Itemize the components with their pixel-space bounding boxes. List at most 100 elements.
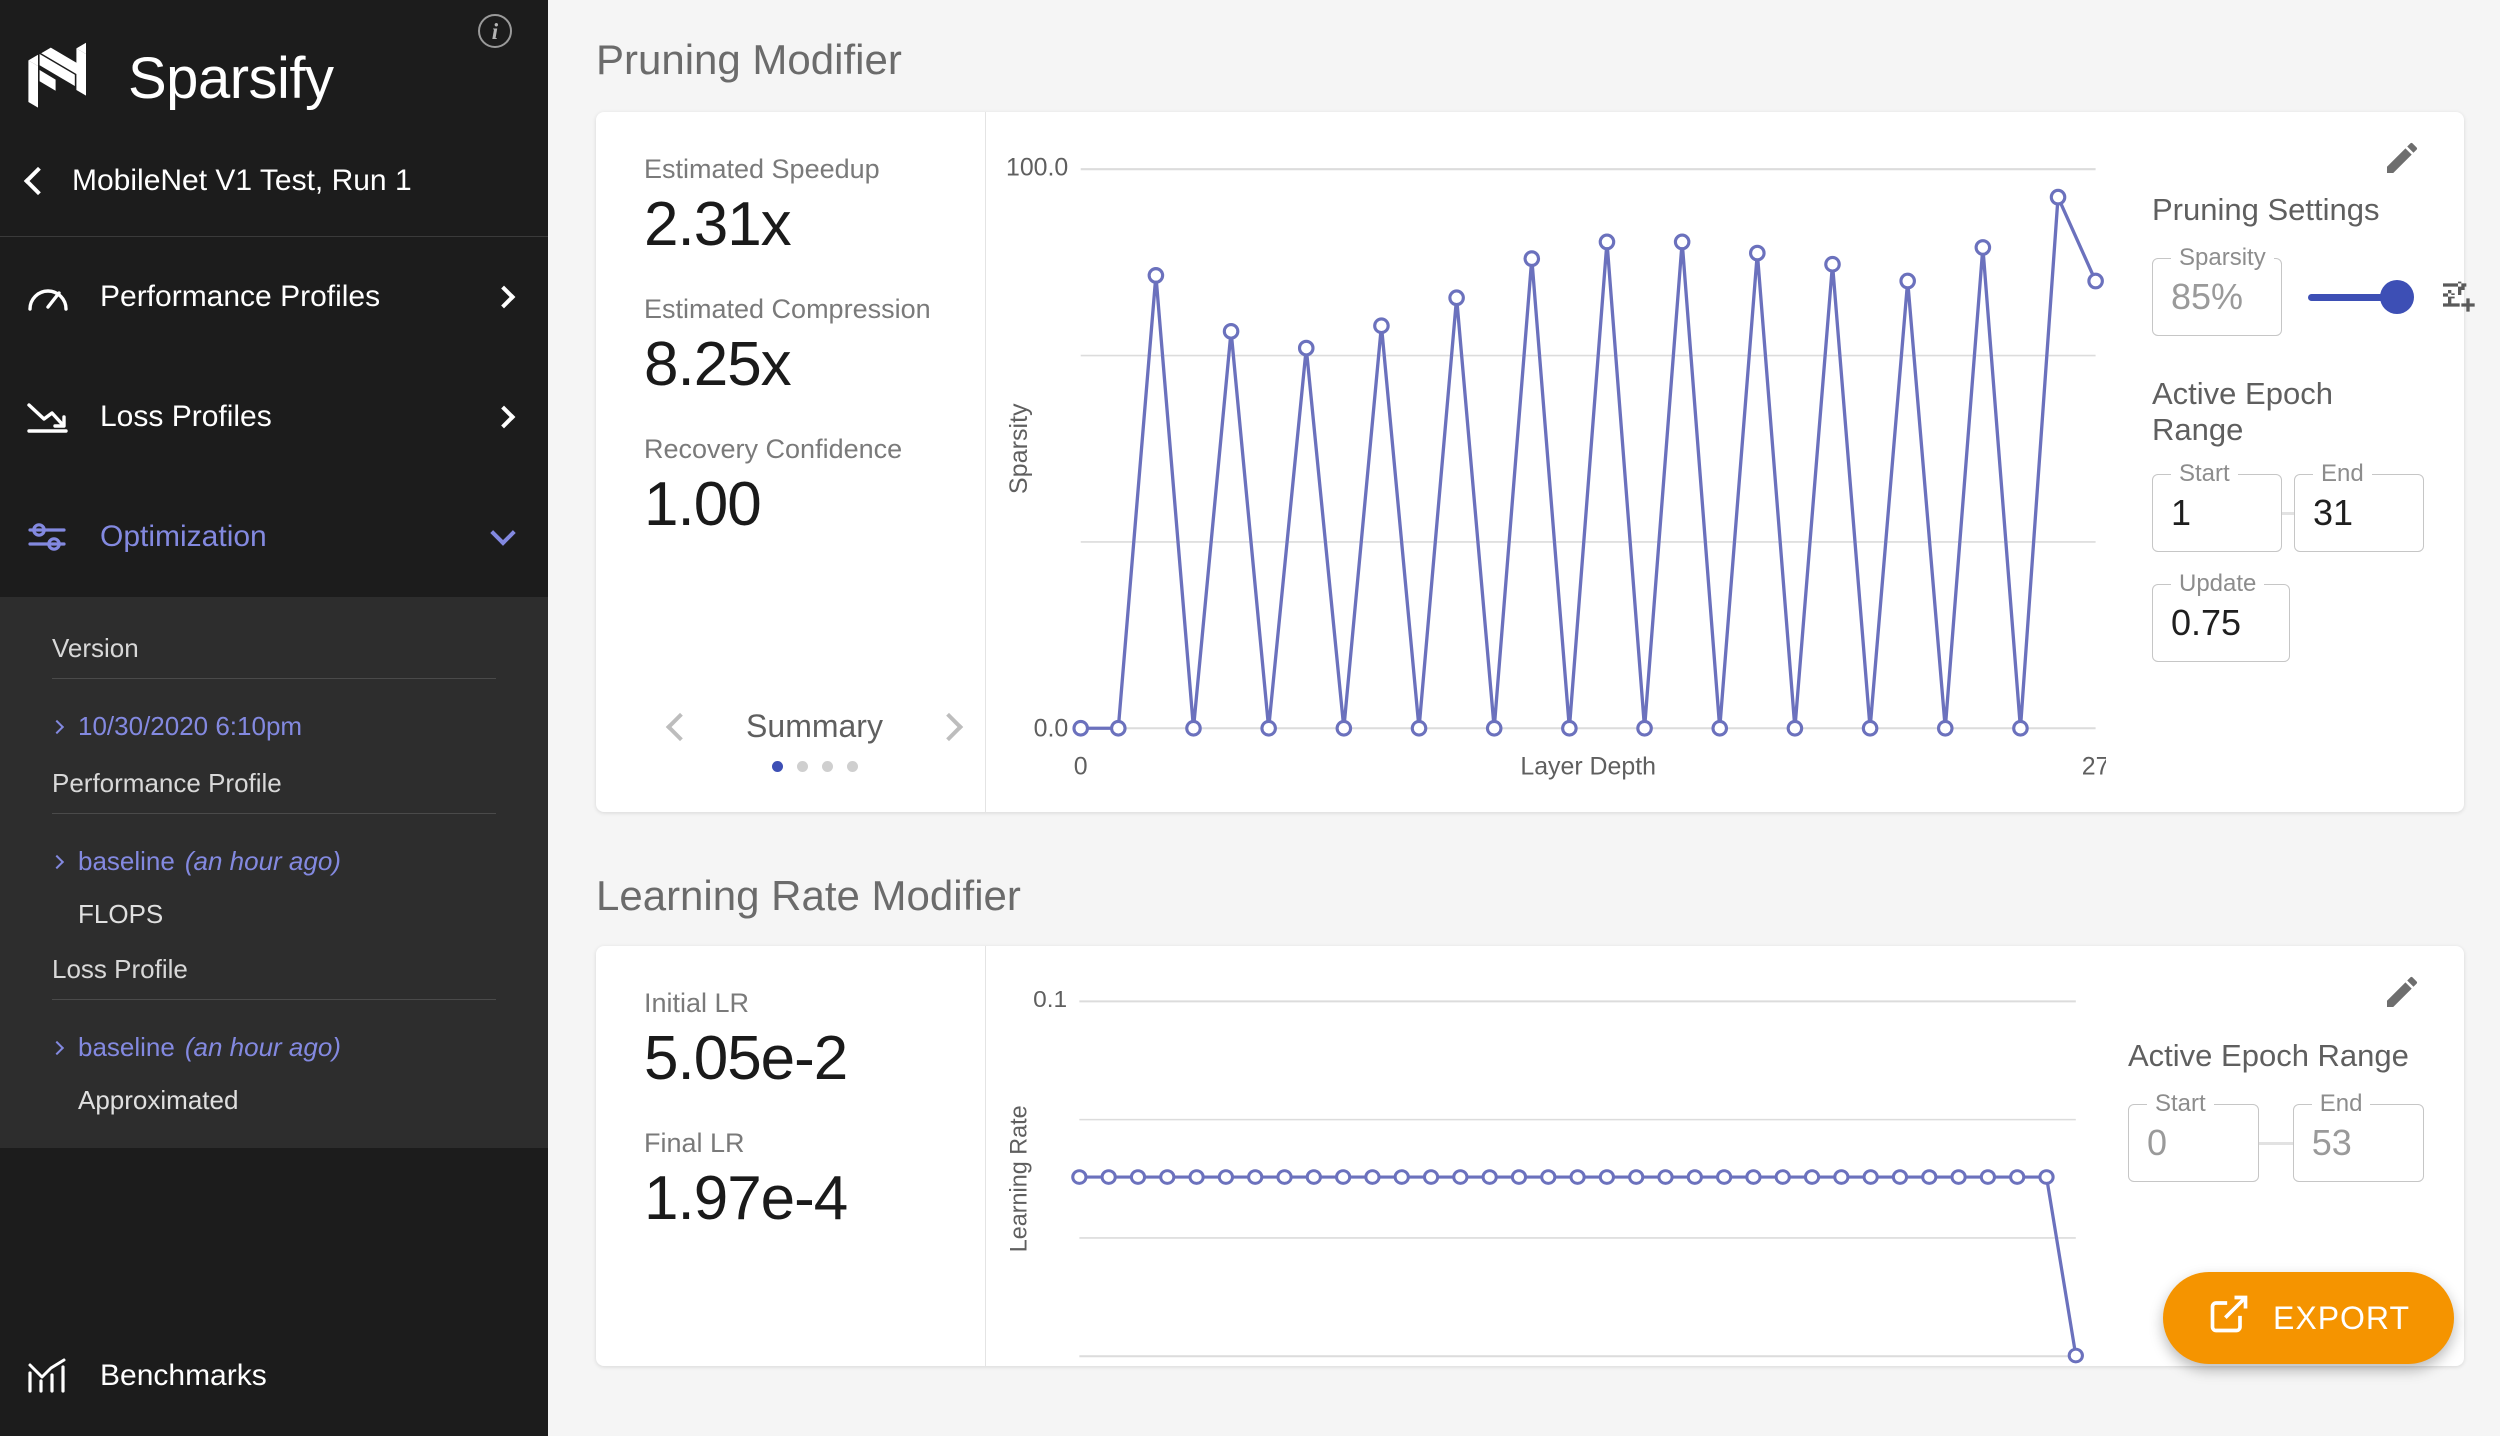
lr-epoch-range-row: Start 0 End 53 [2128,1104,2424,1182]
info-icon[interactable]: i [478,14,512,48]
sparsity-input[interactable]: Sparsity 85% [2152,258,2282,336]
sidebar-item-optimization[interactable]: Optimization [0,477,548,597]
sidebar-item-label: Performance Profiles [100,280,496,314]
pruning-settings-panel: Pruning Settings Sparsity 85% [2124,112,2464,812]
run-name: MobileNet V1 Test, Run 1 [72,164,412,198]
trending-down-icon [26,397,70,437]
start-value: 1 [2171,492,2191,534]
pager-dot[interactable] [847,761,858,772]
export-button-label: EXPORT [2273,1300,2410,1337]
stat-value: 1.00 [644,469,985,540]
version-item[interactable]: 10/30/2020 6:10pm [52,703,496,750]
sidebar-item-loss-profiles[interactable]: Loss Profiles [0,357,548,477]
svg-text:0: 0 [1074,752,1088,780]
sidebar-item-label: Optimization [100,520,494,554]
pruning-stats: Estimated Speedup 2.31x Estimated Compre… [596,112,986,812]
pager-dots [644,761,985,772]
pencil-icon[interactable] [2382,972,2422,1017]
end-label: End [2312,1090,2371,1118]
chevron-right-icon[interactable] [493,406,516,429]
pruning-update-row: Update 0.75 [2152,584,2424,662]
chevron-right-icon [50,855,64,869]
pruning-epoch-title: Active Epoch Range [2152,376,2424,448]
divider [52,678,496,679]
subsection-heading: Performance Profile [52,768,496,813]
pager-dot[interactable] [822,761,833,772]
pencil-icon[interactable] [2382,138,2422,183]
svg-text:100.0: 100.0 [1006,153,1068,181]
start-label: Start [2147,1090,2214,1118]
version-label: 10/30/2020 6:10pm [78,711,302,742]
chevron-right-icon [50,1041,64,1055]
end-epoch-input[interactable]: End 31 [2294,474,2424,552]
speedometer-icon [26,277,70,317]
update-input[interactable]: Update 0.75 [2152,584,2290,662]
update-value: 0.75 [2171,602,2241,644]
tune-icon[interactable] [2438,275,2478,320]
chevron-right-icon [50,720,64,734]
pager-dot[interactable] [797,761,808,772]
range-connector [2259,1142,2293,1145]
sidebar-header: i Sparsify MobileNet V1 [0,0,548,236]
optimization-subpanel: Version 10/30/2020 6:10pm Performance Pr… [0,597,548,1148]
run-selector[interactable]: MobileNet V1 Test, Run 1 [0,118,548,236]
stat-value: 1.97e-4 [644,1163,985,1234]
chevron-down-icon[interactable] [490,520,515,545]
svg-text:Learning Rate: Learning Rate [1006,1105,1033,1252]
sparsity-label: Sparsity [2171,244,2274,272]
loss-profile-metric[interactable]: Approximated [52,1071,496,1122]
profile-label: baseline [78,846,175,877]
external-link-icon [2207,1292,2251,1344]
stat-value: 2.31x [644,189,985,260]
profile-timestamp: (an hour ago) [185,1032,341,1063]
range-connector [2282,512,2294,515]
loss-profile-item[interactable]: baseline (an hour ago) [52,1024,496,1071]
start-epoch-input[interactable]: Start 1 [2152,474,2282,552]
learning-rate-stats: Initial LR 5.05e-2 Final LR 1.97e-4 [596,946,986,1366]
pager-dot[interactable] [772,761,783,772]
svg-text:27: 27 [2082,752,2106,780]
pager-label: Summary [746,708,883,745]
start-label: Start [2171,460,2238,488]
start-epoch-input[interactable]: Start 0 [2128,1104,2259,1182]
page-title-learning-rate: Learning Rate Modifier [548,812,2500,920]
stat-value: 5.05e-2 [644,1023,985,1094]
chevron-right-icon[interactable] [493,286,516,309]
end-value: 31 [2313,492,2353,534]
sidebar-item-performance-profiles[interactable]: Performance Profiles [0,237,548,357]
performance-profile-item[interactable]: baseline (an hour ago) [52,838,496,885]
update-label: Update [2171,570,2264,598]
pruning-modifier-card: Estimated Speedup 2.31x Estimated Compre… [596,112,2464,812]
pager-prev-button[interactable] [666,712,694,740]
subsection-loss-profile: Loss Profile baseline (an hour ago) Appr… [0,936,548,1122]
sidebar-item-benchmarks[interactable]: Benchmarks [0,1316,548,1436]
stat-label: Recovery Confidence [644,434,985,465]
export-button[interactable]: EXPORT [2163,1272,2454,1364]
brand: Sparsify [0,24,548,118]
sparsity-row: Sparsity 85% [2152,258,2424,336]
stat-label: Final LR [644,1128,985,1159]
stat-label: Estimated Compression [644,294,985,325]
pruning-epoch-range-row: Start 1 End 31 [2152,474,2424,552]
subsection-heading: Version [52,633,496,678]
page-title-pruning: Pruning Modifier [548,0,2500,84]
pager-next-button[interactable] [935,712,963,740]
divider [52,999,496,1000]
sparsity-slider[interactable] [2308,280,2414,314]
subsection-version: Version 10/30/2020 6:10pm [0,615,548,750]
slider-handle[interactable] [2380,280,2414,314]
sidebar: i Sparsify MobileNet V1 [0,0,548,1436]
end-epoch-input[interactable]: End 53 [2293,1104,2424,1182]
stat-value: 8.25x [644,329,985,400]
pruning-sparsity-chart[interactable]: 100.00.0027Layer DepthSparsity [986,112,2124,812]
end-label: End [2313,460,2372,488]
svg-text:Sparsity: Sparsity [1006,403,1033,494]
learning-rate-chart[interactable]: 0.1Learning Rate [986,946,2104,1366]
slider-track [2308,294,2384,301]
sparsity-value: 85% [2171,276,2243,318]
bar-chart-icon [26,1356,70,1396]
stats-pager: Summary [644,708,985,812]
subsection-heading: Loss Profile [52,954,496,999]
performance-profile-metric[interactable]: FLOPS [52,885,496,936]
end-value: 53 [2312,1122,2352,1164]
